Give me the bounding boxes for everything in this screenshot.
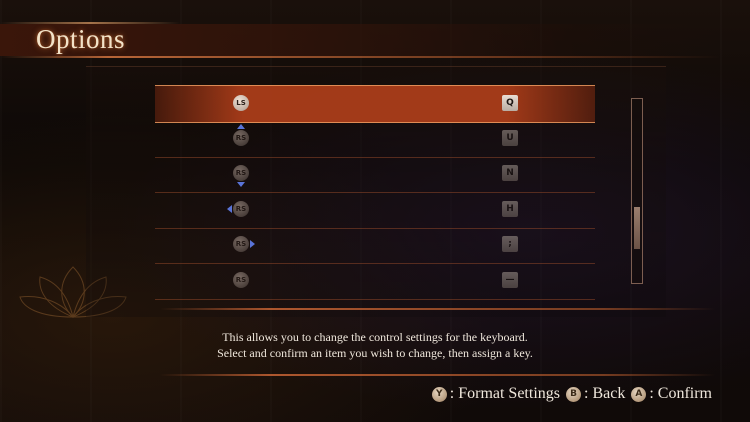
header-divider bbox=[0, 56, 720, 58]
scrollbar-thumb[interactable] bbox=[634, 207, 640, 249]
direction-arrow-left-icon bbox=[227, 204, 232, 213]
assigned-key: Q bbox=[502, 95, 518, 111]
direction-arrow-down-icon bbox=[237, 182, 245, 187]
back-label: : Back bbox=[584, 385, 626, 402]
format-settings-prompt[interactable]: Y : Format Settings bbox=[431, 385, 560, 403]
keybind-row[interactable]: RS N bbox=[155, 156, 595, 193]
description-line-1: This allows you to change the control se… bbox=[222, 330, 528, 344]
assigned-key: N bbox=[502, 165, 518, 181]
assigned-key: H bbox=[502, 200, 518, 217]
keybind-row[interactable]: RS — bbox=[155, 263, 595, 300]
description-line-2: Select and confirm an item you wish to c… bbox=[217, 346, 533, 360]
assigned-key: ; bbox=[502, 236, 518, 252]
footer-prompts: Y : Format Settings B : Back A : Confirm bbox=[426, 385, 712, 403]
scrollbar[interactable] bbox=[631, 98, 643, 284]
description-divider-bottom bbox=[160, 374, 715, 376]
stick-button-icon: LS bbox=[233, 95, 249, 111]
direction-arrow-right-icon bbox=[250, 240, 255, 248]
keybind-row[interactable]: RS; bbox=[155, 227, 595, 264]
stick-button-icon: RS bbox=[233, 165, 249, 181]
assigned-key: U bbox=[502, 129, 518, 146]
y-button-icon: Y bbox=[431, 386, 447, 402]
stick-button-icon: RS bbox=[233, 236, 249, 252]
b-button-icon: B bbox=[566, 386, 581, 402]
stick-button-icon: RS bbox=[233, 271, 249, 288]
assigned-key: — bbox=[502, 271, 518, 288]
direction-arrow-up-icon bbox=[237, 123, 245, 129]
confirm-prompt[interactable]: A : Confirm bbox=[631, 385, 712, 403]
stick-button-icon: RS bbox=[233, 200, 249, 217]
back-prompt[interactable]: B : Back bbox=[566, 385, 625, 403]
keybind-row[interactable]: RS H bbox=[155, 192, 595, 229]
keybind-row[interactable]: RS U bbox=[155, 121, 595, 158]
confirm-label: : Confirm bbox=[649, 385, 712, 402]
keybind-row[interactable]: LS Q bbox=[155, 85, 595, 123]
format-settings-label: : Format Settings bbox=[449, 385, 560, 402]
page-title: Options bbox=[36, 24, 126, 54]
options-screen: Options LS Q RS U RS N RS H RS; RS — This allows y… bbox=[0, 0, 750, 422]
description-divider-top bbox=[160, 308, 715, 310]
stick-button-icon: RS bbox=[233, 129, 249, 146]
a-button-icon: A bbox=[631, 386, 647, 402]
